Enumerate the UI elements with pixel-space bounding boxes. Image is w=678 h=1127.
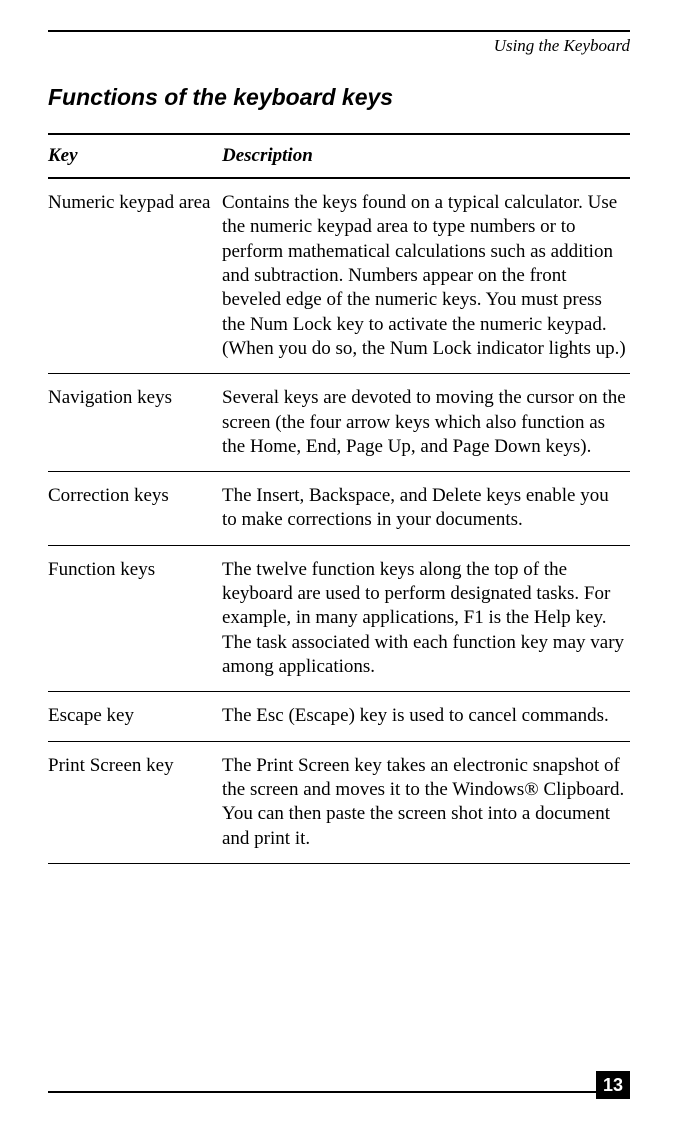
row-description: The twelve function keys along the top o… <box>222 545 630 692</box>
row-key: Navigation keys <box>48 374 222 472</box>
row-key: Print Screen key <box>48 741 222 863</box>
table-row: Print Screen key The Print Screen key ta… <box>48 741 630 863</box>
table-header-description: Description <box>222 134 630 178</box>
row-key: Numeric keypad area <box>48 178 222 374</box>
row-key: Function keys <box>48 545 222 692</box>
table-row: Navigation keys Several keys are devoted… <box>48 374 630 472</box>
row-description: The Esc (Escape) key is used to cancel c… <box>222 692 630 741</box>
section-title: Functions of the keyboard keys <box>48 84 630 111</box>
table-row: Correction keys The Insert, Backspace, a… <box>48 472 630 546</box>
top-rule <box>48 30 630 32</box>
table-row: Function keys The twelve function keys a… <box>48 545 630 692</box>
row-description: Several keys are devoted to moving the c… <box>222 374 630 472</box>
table-head: Key Description <box>48 134 630 178</box>
row-description: The Insert, Backspace, and Delete keys e… <box>222 472 630 546</box>
row-description: The Print Screen key takes an electronic… <box>222 741 630 863</box>
page-number: 13 <box>596 1071 630 1099</box>
row-description: Contains the keys found on a typical cal… <box>222 178 630 374</box>
table-row: Numeric keypad area Contains the keys fo… <box>48 178 630 374</box>
table-row: Escape key The Esc (Escape) key is used … <box>48 692 630 741</box>
row-key: Escape key <box>48 692 222 741</box>
row-key: Correction keys <box>48 472 222 546</box>
running-head: Using the Keyboard <box>48 36 630 56</box>
footer-bar: 13 <box>48 1091 630 1095</box>
key-functions-table: Key Description Numeric keypad area Cont… <box>48 133 630 864</box>
table-header-key: Key <box>48 134 222 178</box>
